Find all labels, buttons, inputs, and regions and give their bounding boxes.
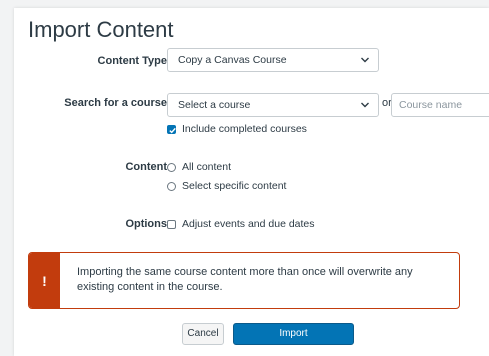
- warning-alert: ! Importing the same course content more…: [28, 252, 460, 309]
- chevron-down-icon: [361, 57, 369, 63]
- course-name-input[interactable]: Course name: [391, 93, 489, 117]
- specific-content-radio[interactable]: [167, 181, 176, 191]
- options-label: Options: [125, 218, 167, 230]
- specific-content-label: Select specific content: [182, 180, 287, 192]
- chevron-down-icon: [361, 102, 369, 108]
- all-content-radio[interactable]: [167, 162, 176, 172]
- course-name-placeholder: Course name: [399, 99, 463, 111]
- search-course-label: Search for a course: [64, 97, 167, 109]
- warning-icon: !: [29, 253, 60, 308]
- content-type-select[interactable]: Copy a Canvas Course: [167, 48, 379, 72]
- checkmark-icon: [169, 127, 176, 133]
- all-content-label: All content: [182, 161, 232, 173]
- import-button[interactable]: Import: [233, 323, 354, 345]
- page-title: Import Content: [28, 17, 174, 42]
- include-completed-checkbox[interactable]: [167, 124, 176, 134]
- content-type-label: Content Type: [97, 55, 167, 67]
- include-completed-label: Include completed courses: [182, 123, 307, 135]
- include-completed-option[interactable]: Include completed courses: [167, 123, 307, 135]
- content-label: Content: [125, 161, 167, 173]
- adjust-dates-option[interactable]: Adjust events and due dates: [167, 218, 315, 230]
- course-select[interactable]: Select a course: [167, 93, 379, 117]
- adjust-dates-label: Adjust events and due dates: [182, 218, 315, 230]
- content-option-all[interactable]: All content: [167, 161, 231, 173]
- content-type-selected-value: Copy a Canvas Course: [178, 54, 287, 66]
- warning-alert-text: Importing the same course content more t…: [77, 266, 413, 293]
- import-content-panel: Import Content Content Type Copy a Canva…: [14, 8, 489, 356]
- content-option-specific[interactable]: Select specific content: [167, 180, 286, 192]
- adjust-dates-checkbox[interactable]: [167, 219, 176, 229]
- course-selected-value: Select a course: [178, 99, 251, 111]
- cancel-button[interactable]: Cancel: [182, 323, 224, 345]
